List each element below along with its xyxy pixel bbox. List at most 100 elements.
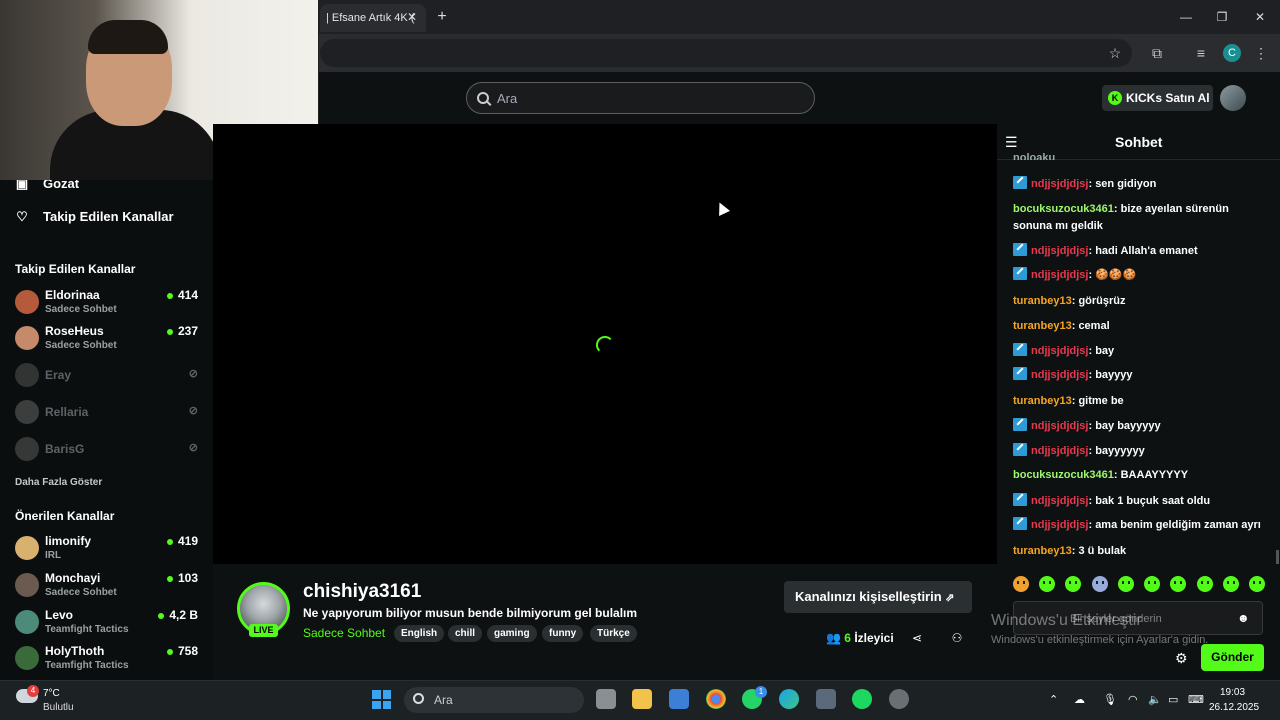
stream-category-link[interactable]: Sadece Sohbet [303, 626, 385, 640]
chat-username[interactable]: ndjjsjdjdjsj [1031, 245, 1088, 257]
search-input[interactable]: Ara [466, 82, 815, 114]
media-control-icon[interactable]: ≡ [1192, 44, 1210, 62]
spotify-icon[interactable] [852, 689, 872, 709]
edge-icon[interactable] [779, 689, 799, 709]
window-close-icon[interactable]: ✕ [1250, 8, 1270, 26]
emote-icon[interactable] [1170, 576, 1187, 592]
taskbar-search-placeholder: Ara [434, 693, 453, 707]
taskbar-search-input[interactable]: Ara [404, 687, 584, 713]
viewer-count-label: İzleyici [854, 631, 894, 645]
address-bar[interactable] [320, 39, 1132, 67]
show-more-link[interactable]: Daha Fazla Göster [15, 477, 102, 488]
send-message-button[interactable]: Gönder [1201, 644, 1264, 671]
weather-condition[interactable]: Bulutlu [43, 702, 74, 713]
emote-icon[interactable] [1144, 576, 1161, 592]
minimize-icon[interactable]: — [1176, 8, 1196, 26]
weather-badge: 4 [27, 685, 39, 697]
volume-icon[interactable]: 🔈 [1148, 693, 1162, 706]
nav-following[interactable]: ♡ Takip Edilen Kanallar [15, 208, 173, 224]
followed-channel-item[interactable]: RoseHeus Sadece Sohbet 237 [15, 322, 203, 358]
chat-username[interactable]: turanbey13 [1013, 395, 1072, 407]
emote-icon[interactable] [1196, 576, 1213, 592]
recommended-channel-item[interactable]: Monchayi Sadece Sohbet 103 [15, 569, 203, 605]
emote-icon[interactable] [1117, 576, 1134, 592]
app-icon[interactable] [889, 689, 909, 709]
tag-english[interactable]: English [394, 625, 445, 642]
channel-name: Monchayi [45, 571, 101, 585]
chat-collapse-icon[interactable]: ☰ [1005, 134, 1018, 151]
chat-scrollbar[interactable] [1276, 550, 1279, 564]
recommended-channel-item[interactable]: HolyThoth Teamfight Tactics 758 [15, 642, 203, 678]
emote-icon[interactable] [1091, 576, 1108, 592]
emoji-picker-icon[interactable]: ☻ [1237, 611, 1250, 625]
weather-temperature[interactable]: 7°C [43, 688, 60, 699]
chat-username[interactable]: ndjjsjdjdjsj [1031, 345, 1088, 357]
emote-icon[interactable] [1065, 576, 1082, 592]
tag-turkce[interactable]: Türkçe [590, 625, 637, 642]
chat-username[interactable]: ndjjsjdjdjsj [1031, 369, 1088, 381]
followed-channel-item[interactable]: Eldorinaa Sadece Sohbet 414 [15, 286, 203, 322]
more-menu-icon[interactable]: ⋮ [1252, 44, 1270, 62]
user-avatar[interactable] [1220, 85, 1246, 111]
task-view-icon[interactable] [596, 689, 616, 709]
followed-channel-item[interactable]: BarisG ⊘ [15, 433, 203, 469]
chat-username[interactable]: ndjjsjdjdjsj [1031, 495, 1088, 507]
chat-username[interactable]: ndjjsjdjdjsj [1031, 420, 1088, 432]
emote-icon[interactable] [1248, 576, 1265, 592]
chat-username[interactable]: ndjjsjdjdjsj [1031, 519, 1088, 531]
calculator-icon[interactable] [816, 689, 836, 709]
share-icon[interactable]: ⋖ [909, 630, 925, 646]
chat-message: bocuksuzocuk3461: BAAAYYYYY [1013, 469, 1189, 481]
chat-username[interactable]: turanbey13 [1013, 320, 1072, 332]
chat-username[interactable]: ndjjsjdjdjsj [1031, 445, 1088, 457]
profile-avatar[interactable]: C [1223, 44, 1241, 62]
battery-icon[interactable]: ▭ [1168, 693, 1178, 706]
tab-close-icon[interactable]: ✕ [405, 10, 419, 24]
followed-channel-item[interactable]: Rellaria ⊘ [15, 396, 203, 432]
chat-username[interactable]: turanbey13 [1013, 545, 1072, 557]
microphone-icon[interactable]: 🎙 [1103, 693, 1117, 706]
onedrive-cloud-icon[interactable]: ☁ [1074, 693, 1085, 706]
tag-chill[interactable]: chill [448, 625, 483, 642]
clock-time[interactable]: 19:03 [1220, 687, 1245, 698]
tray-overflow-icon[interactable]: ⌃ [1049, 693, 1058, 706]
follow-user-icon[interactable]: ⚇ [949, 630, 965, 646]
tag-gaming[interactable]: gaming [487, 625, 537, 642]
wifi-icon[interactable]: ◠ [1128, 693, 1138, 706]
heart-icon: ♡ [16, 208, 28, 224]
emote-icon[interactable] [1222, 576, 1239, 592]
microsoft-store-icon[interactable] [669, 689, 689, 709]
clock-date[interactable]: 26.12.2025 [1209, 702, 1259, 713]
chat-username[interactable]: ndjjsjdjdjsj [1031, 178, 1088, 190]
channel-avatar [15, 646, 39, 670]
keyboard-icon[interactable]: ⌨ [1188, 693, 1204, 706]
windows-start-icon[interactable] [372, 690, 391, 709]
extensions-icon[interactable]: ⧉ [1148, 44, 1166, 62]
viewer-count-value: 419 [177, 534, 198, 548]
chat-message: turanbey13: cemal [1013, 320, 1110, 332]
channel-avatar [15, 400, 39, 424]
chat-username[interactable]: bocuksuzocuk3461 [1013, 203, 1114, 215]
moderator-badge-icon [1013, 517, 1027, 530]
emote-icon[interactable] [1039, 576, 1056, 592]
viewer-count: 103 [166, 571, 198, 585]
emote-icon[interactable] [1013, 576, 1029, 592]
streamer-name[interactable]: chishiya3161 [303, 581, 421, 603]
customize-channel-button[interactable]: Kanalınızı kişiselleştirin ⇗ [784, 581, 972, 613]
chrome-icon[interactable] [706, 689, 726, 709]
buy-kicks-button[interactable]: K KICKs Satın Al [1102, 85, 1213, 111]
channel-category: IRL [45, 550, 62, 561]
restore-icon[interactable]: ❐ [1212, 8, 1232, 26]
tag-funny[interactable]: funny [542, 625, 584, 642]
chat-username[interactable]: bocuksuzocuk3461 [1013, 469, 1114, 481]
chat-username[interactable]: ndjjsjdjdjsj [1031, 269, 1088, 281]
followed-channel-item[interactable]: Eray ⊘ [15, 359, 203, 395]
chat-settings-gear-icon[interactable]: ⚙ [1175, 650, 1188, 667]
recommended-channel-item[interactable]: Levo Teamfight Tactics 4,2 B [15, 606, 203, 642]
moderator-badge-icon [1013, 343, 1027, 356]
bookmark-star-icon[interactable]: ☆ [1106, 44, 1124, 62]
file-explorer-icon[interactable] [632, 689, 652, 709]
chat-username[interactable]: turanbey13 [1013, 295, 1072, 307]
recommended-channel-item[interactable]: limonify IRL 419 [15, 532, 203, 568]
new-tab-icon[interactable]: + [434, 8, 450, 26]
